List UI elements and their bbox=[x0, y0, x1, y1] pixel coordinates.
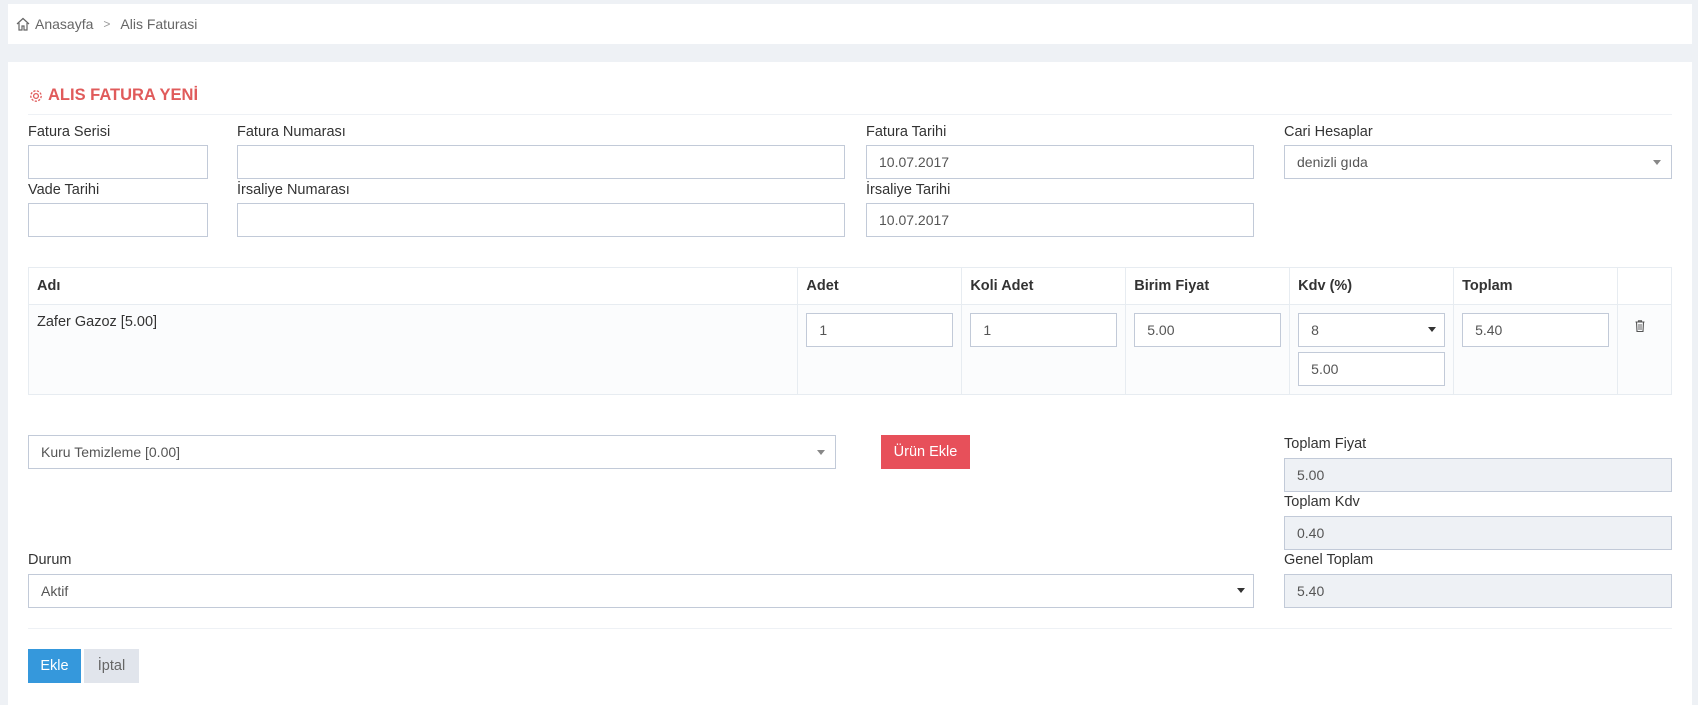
page-title-text: ALIS FATURA YENİ bbox=[48, 86, 199, 104]
add-product-button[interactable]: Ürün Ekle bbox=[881, 435, 970, 469]
chevron-down-icon bbox=[1653, 160, 1661, 165]
durum-select[interactable]: Aktif bbox=[28, 574, 1254, 608]
koli-adet-input[interactable]: 1 bbox=[970, 313, 1118, 347]
product-select-value: Kuru Temizleme [0.00] bbox=[41, 444, 181, 460]
fatura-tarihi-input[interactable]: 10.07.2017 bbox=[866, 145, 1254, 179]
product-select[interactable]: Kuru Temizleme [0.00] bbox=[28, 435, 836, 469]
page-title: ALIS FATURA YENİ bbox=[28, 86, 198, 105]
kdv-cell: 8 5.00 bbox=[1289, 304, 1455, 395]
gear-icon bbox=[28, 88, 44, 104]
fatura-serisi-label: Fatura Serisi bbox=[28, 124, 111, 140]
kdv-select-value: 8 bbox=[1311, 322, 1319, 338]
chevron-right-icon: > bbox=[103, 17, 111, 31]
column-header: Koli Adet bbox=[961, 267, 1127, 305]
vade-tarihi-input[interactable] bbox=[28, 203, 208, 237]
toplam-cell: 5.40 bbox=[1453, 304, 1618, 395]
koli-adet-cell: 1 bbox=[961, 304, 1127, 395]
durum-select-value: Aktif bbox=[41, 583, 69, 599]
table-header-row: Adı Adet Koli Adet Birim Fiyat Kdv (%) T… bbox=[27, 267, 1672, 305]
toplam-fiyat-label: Toplam Fiyat bbox=[1284, 436, 1367, 452]
table-row: Zafer Gazoz [5.00] 1 1 5.00 8 5.00 5.40 bbox=[27, 304, 1672, 395]
irsaliye-numarasi-input[interactable] bbox=[237, 203, 845, 237]
fatura-serisi-input[interactable] bbox=[28, 145, 208, 179]
toplam-fiyat-field: 5.00 bbox=[1284, 458, 1672, 492]
main-panel: ALIS FATURA YENİ Fatura Serisi Fatura Nu… bbox=[8, 62, 1692, 705]
delete-cell bbox=[1617, 304, 1672, 395]
chevron-down-icon bbox=[1237, 588, 1245, 593]
cari-hesaplar-value: denizli gıda bbox=[1297, 154, 1368, 170]
breadcrumb: Anasayfa > Alis Faturasi bbox=[8, 4, 1692, 44]
adet-input[interactable]: 1 bbox=[806, 313, 954, 347]
birim-fiyat-input[interactable]: 5.00 bbox=[1134, 313, 1282, 347]
genel-toplam-label: Genel Toplam bbox=[1284, 552, 1374, 568]
irsaliye-numarasi-label: İrsaliye Numarası bbox=[237, 182, 350, 198]
column-header: Kdv (%) bbox=[1289, 267, 1455, 305]
items-table: Adı Adet Koli Adet Birim Fiyat Kdv (%) T… bbox=[27, 267, 1672, 395]
item-name: Zafer Gazoz [5.00] bbox=[27, 304, 799, 395]
divider bbox=[28, 114, 1672, 115]
irsaliye-tarihi-input[interactable]: 10.07.2017 bbox=[866, 203, 1254, 237]
toplam-kdv-label: Toplam Kdv bbox=[1284, 494, 1360, 510]
trash-icon[interactable] bbox=[1635, 319, 1645, 336]
kdv-select[interactable]: 8 bbox=[1298, 313, 1446, 347]
home-icon[interactable] bbox=[16, 17, 30, 31]
column-header: Adı bbox=[27, 267, 799, 305]
column-header: Adet bbox=[797, 267, 963, 305]
chevron-down-icon bbox=[817, 450, 825, 455]
fatura-numarasi-input[interactable] bbox=[237, 145, 845, 179]
column-header: Birim Fiyat bbox=[1125, 267, 1291, 305]
cari-hesaplar-select[interactable]: denizli gıda bbox=[1284, 145, 1672, 179]
column-header bbox=[1617, 267, 1672, 305]
chevron-down-icon bbox=[1428, 327, 1437, 332]
cari-hesaplar-label: Cari Hesaplar bbox=[1284, 124, 1373, 140]
divider bbox=[28, 628, 1672, 629]
fatura-tarihi-label: Fatura Tarihi bbox=[866, 124, 947, 140]
column-header: Toplam bbox=[1453, 267, 1618, 305]
cancel-button[interactable]: İptal bbox=[84, 649, 139, 683]
adet-cell: 1 bbox=[797, 304, 963, 395]
vade-tarihi-label: Vade Tarihi bbox=[28, 182, 100, 198]
kdv-amount-input[interactable]: 5.00 bbox=[1298, 352, 1446, 386]
irsaliye-tarihi-label: İrsaliye Tarihi bbox=[866, 182, 951, 198]
genel-toplam-field: 5.40 bbox=[1284, 574, 1672, 608]
toplam-input[interactable]: 5.40 bbox=[1462, 313, 1609, 347]
submit-button[interactable]: Ekle bbox=[28, 649, 81, 683]
toplam-kdv-field: 0.40 bbox=[1284, 516, 1672, 550]
birim-fiyat-cell: 5.00 bbox=[1125, 304, 1291, 395]
durum-label: Durum bbox=[28, 552, 72, 568]
fatura-numarasi-label: Fatura Numarası bbox=[237, 124, 346, 140]
breadcrumb-current: Alis Faturasi bbox=[120, 16, 198, 32]
breadcrumb-home-link[interactable]: Anasayfa bbox=[35, 16, 93, 32]
